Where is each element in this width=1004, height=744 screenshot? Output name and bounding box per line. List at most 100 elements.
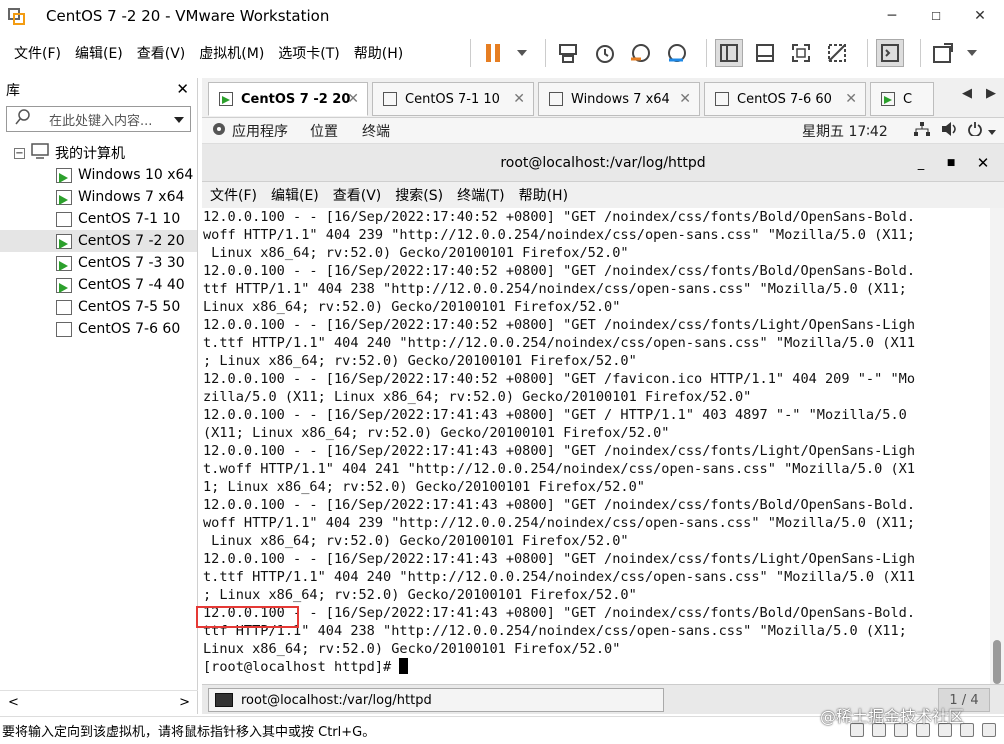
collapse-icon[interactable]: − — [14, 147, 25, 159]
scroll-right-icon[interactable]: > — [179, 695, 190, 710]
library-vm-item[interactable]: Windows 10 x64 — [0, 164, 197, 186]
stretch-icon[interactable] — [929, 39, 957, 67]
terminal-menu-help[interactable]: 帮助(H) — [519, 185, 568, 205]
terminal-line: Linux x86_64; rv:52.0) Gecko/20100101 Fi… — [203, 641, 621, 657]
terminal-menu-search[interactable]: 搜索(S) — [395, 185, 443, 205]
terminal-menu-view[interactable]: 查看(V) — [333, 185, 382, 205]
vmware-logo-icon — [6, 5, 28, 27]
terminal-line: 12.0.0.100 - - [16/Sep/2022:17:41:43 +08… — [203, 407, 907, 423]
tab-label: CentOS 7-6 60 — [737, 91, 832, 107]
tab-label: Windows 7 x64 — [571, 91, 670, 107]
terminal-close-icon[interactable]: ✕ — [968, 144, 998, 182]
snapshot-icon[interactable] — [590, 39, 618, 67]
tab-windows-7-x64[interactable]: Windows 7 x64 ✕ — [538, 82, 700, 116]
library-search-placeholder: 在此处键入内容... — [49, 113, 153, 129]
tab-centos-7-1-10[interactable]: CentOS 7-1 10 ✕ — [372, 82, 534, 116]
console-view-icon[interactable] — [876, 39, 904, 67]
vm-icon — [56, 321, 72, 337]
library-vm-item[interactable]: CentOS 7-6 60 — [0, 318, 197, 340]
terminal-minimize-icon[interactable]: _ — [906, 144, 936, 182]
taskbar-terminal-window[interactable]: root@localhost:/var/log/httpd — [208, 688, 664, 712]
tab-close-icon[interactable]: ✕ — [845, 91, 857, 107]
unity-icon[interactable] — [823, 39, 851, 67]
display-icon[interactable] — [982, 723, 996, 737]
terminal-menu-terminal[interactable]: 终端(T) — [457, 185, 504, 205]
vm-icon — [383, 92, 397, 106]
menu-help[interactable]: 帮助(H) — [354, 43, 403, 63]
terminal-scrollbar[interactable] — [990, 208, 1004, 684]
tab-centos-7-2-20[interactable]: CentOS 7 -2 20 ✕ — [208, 82, 368, 116]
ip-highlight-annotation — [196, 606, 299, 628]
library-search-input[interactable]: 在此处键入内容... — [6, 106, 191, 132]
tab-label: CentOS 7-1 10 — [405, 91, 500, 107]
library-vm-item[interactable]: CentOS 7 -2 20 — [0, 230, 197, 252]
tab-c-truncated[interactable]: C — [870, 82, 934, 116]
close-icon[interactable]: ✕ — [958, 0, 1002, 32]
library-vm-item[interactable]: CentOS 7 -3 30 — [0, 252, 197, 274]
send-keys-icon[interactable] — [554, 39, 582, 67]
minimize-icon[interactable]: ─ — [870, 0, 914, 32]
terminal-icon — [215, 693, 233, 707]
scroll-left-icon[interactable]: < — [8, 695, 19, 710]
toolbar-separator — [545, 39, 546, 67]
tab-close-icon[interactable]: ✕ — [513, 91, 525, 107]
menu-vm[interactable]: 虚拟机(M) — [199, 43, 264, 63]
power-icon[interactable] — [968, 121, 982, 140]
stretch-dropdown-icon[interactable] — [965, 39, 979, 67]
tab-close-icon[interactable]: ✕ — [679, 91, 691, 107]
terminal-prompt-line[interactable]: [root@localhost httpd]# — [203, 658, 990, 676]
menu-edit[interactable]: 编辑(E) — [75, 43, 123, 63]
library-panel: 库 ✕ 在此处键入内容... − 我的计算机 Windows 10 x64 Win… — [0, 78, 198, 714]
maximize-icon[interactable]: ☐ — [914, 0, 958, 32]
tab-close-icon[interactable]: ✕ — [347, 91, 359, 107]
library-view-icon[interactable] — [715, 39, 743, 67]
terminal-line: ttf HTTP/1.1" 404 238 "http://12.0.0.254… — [203, 281, 907, 297]
library-vm-label: Windows 7 x64 — [78, 189, 185, 205]
vm-icon — [56, 299, 72, 315]
pause-icon[interactable] — [479, 39, 507, 67]
thumbnail-view-icon[interactable] — [751, 39, 779, 67]
library-vm-label: CentOS 7-6 60 — [78, 321, 181, 337]
terminal-app-menu[interactable]: 终端 — [362, 121, 390, 141]
fullscreen-icon[interactable] — [787, 39, 815, 67]
dropdown-icon[interactable] — [515, 39, 529, 67]
volume-icon[interactable] — [942, 121, 958, 140]
network-icon[interactable] — [914, 121, 930, 140]
places-menu[interactable]: 位置 — [310, 121, 338, 141]
clock[interactable]: 星期五 17∶42 — [802, 121, 888, 141]
menu-view[interactable]: 查看(V) — [137, 43, 186, 63]
library-vm-label: CentOS 7 -4 40 — [78, 277, 185, 293]
terminal-maximize-icon[interactable]: ■ — [936, 144, 966, 182]
tab-scroll-left-icon[interactable]: ◀ — [962, 86, 972, 101]
menu-file[interactable]: 文件(F) — [14, 43, 61, 63]
terminal-line: 12.0.0.100 - - [16/Sep/2022:17:40:52 +08… — [203, 263, 916, 279]
library-vm-label: CentOS 7 -2 20 — [78, 233, 185, 249]
tree-root-my-computer[interactable]: − 我的计算机 — [0, 142, 197, 164]
tab-scroll-right-icon[interactable]: ▶ — [986, 86, 996, 101]
vm-tab-strip: CentOS 7 -2 20 ✕ CentOS 7-1 10 ✕ Windows… — [202, 78, 1004, 118]
chevron-down-icon[interactable] — [174, 112, 184, 127]
window-titlebar: CentOS 7 -2 20 - VMware Workstation ─ ☐ … — [0, 0, 1004, 32]
applications-menu[interactable]: 应用程序 — [232, 121, 288, 141]
tab-centos-7-6-60[interactable]: CentOS 7-6 60 ✕ — [704, 82, 866, 116]
vm-running-icon — [56, 277, 72, 293]
library-vm-item[interactable]: CentOS 7-1 10 — [0, 208, 197, 230]
menu-tabs[interactable]: 选项卡(T) — [278, 43, 339, 63]
library-vm-item[interactable]: CentOS 7-5 50 — [0, 296, 197, 318]
revert-snapshot-icon[interactable] — [626, 39, 654, 67]
library-close-icon[interactable]: ✕ — [176, 80, 189, 98]
terminal-output[interactable]: 12.0.0.100 - - [16/Sep/2022:17:40:52 +08… — [202, 208, 990, 684]
terminal-line: woff HTTP/1.1" 404 239 "http://12.0.0.25… — [203, 515, 916, 531]
library-horizontal-scrollbar[interactable]: < > — [0, 690, 198, 714]
library-vm-item[interactable]: Windows 7 x64 — [0, 186, 197, 208]
terminal-menu-edit[interactable]: 编辑(E) — [271, 185, 319, 205]
library-vm-item[interactable]: CentOS 7 -4 40 — [0, 274, 197, 296]
menu-dropdown-icon[interactable] — [988, 123, 996, 139]
toolbar-separator — [920, 39, 921, 67]
terminal-scrollbar-thumb[interactable] — [993, 640, 1001, 684]
applications-icon — [212, 122, 226, 140]
toolbar-separator — [867, 39, 868, 67]
snapshot-manager-icon[interactable] — [662, 39, 690, 67]
terminal-menu-file[interactable]: 文件(F) — [210, 185, 257, 205]
vm-running-icon — [56, 233, 72, 249]
